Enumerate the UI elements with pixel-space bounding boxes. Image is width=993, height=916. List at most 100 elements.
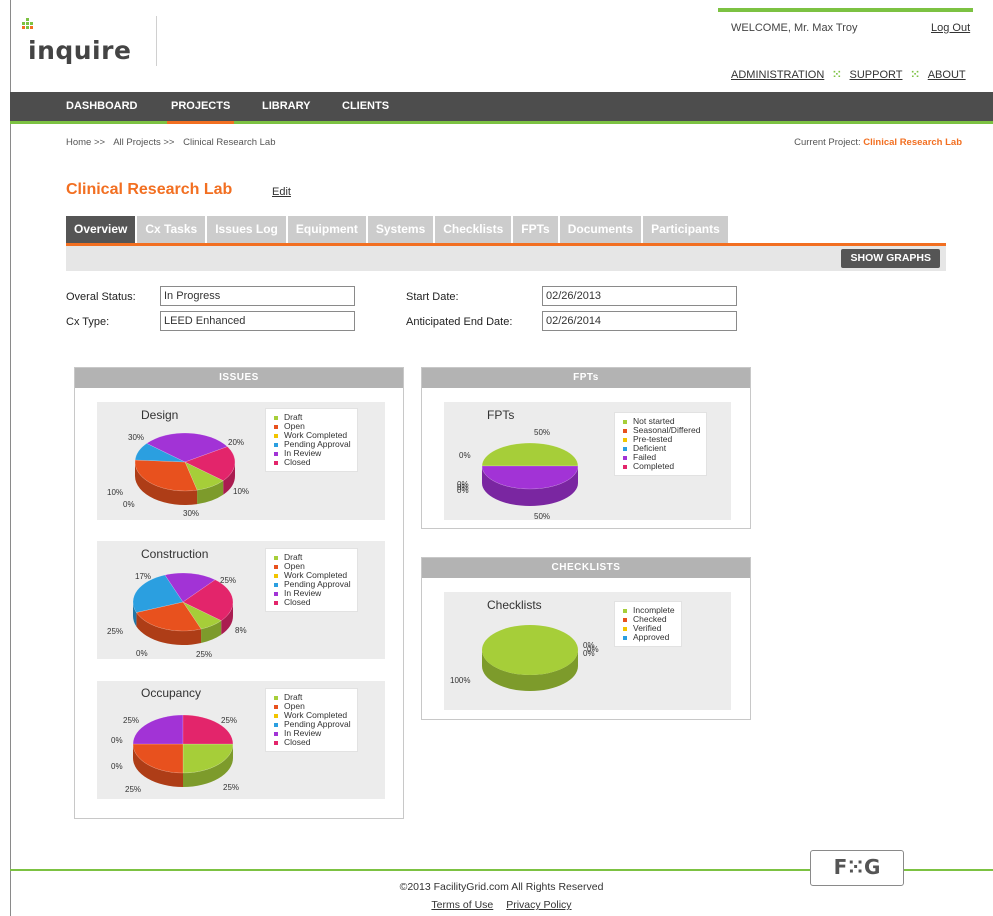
start-date-field[interactable] <box>542 286 737 306</box>
legend-swatch <box>274 740 278 745</box>
issues-panel-header: ISSUES <box>75 368 403 388</box>
chart-legend: Not started Seasonal/Differed Pre-tested De… <box>614 412 708 476</box>
legend-swatch <box>274 433 278 438</box>
legend-swatch <box>623 446 627 451</box>
tab-toolbar: SHOW GRAPHS <box>66 246 946 271</box>
about-link[interactable]: ABOUT <box>928 69 966 81</box>
cx-type-field[interactable] <box>160 311 355 331</box>
legend-swatch <box>623 626 627 631</box>
pie-value-label: 25% <box>196 650 213 659</box>
nav-clients[interactable]: CLIENTS <box>342 92 389 121</box>
tab-checklists[interactable]: Checklists <box>435 216 512 243</box>
pie-value-label: 30% <box>183 509 200 518</box>
chart-title: Occupancy <box>141 686 202 700</box>
legend-item: Completed <box>623 462 700 471</box>
administration-link[interactable]: ADMINISTRATION <box>731 69 824 81</box>
main-nav: DASHBOARD PROJECTS LIBRARY CLIENTS <box>10 92 993 124</box>
overall-status-field[interactable] <box>160 286 355 306</box>
legend-swatch <box>274 564 278 569</box>
legend-item: Closed <box>274 738 351 747</box>
pie-value-label: 8% <box>235 626 247 635</box>
end-date-label: Anticipated End Date: <box>406 316 513 328</box>
top-links: ADMINISTRATION ⁙ SUPPORT ⁙ ABOUT <box>731 68 966 82</box>
legend-swatch <box>623 464 627 469</box>
legend-swatch <box>274 704 278 709</box>
terms-of-use-link[interactable]: Terms of Use <box>431 899 493 911</box>
tab-issues-log[interactable]: Issues Log <box>207 216 286 243</box>
chart-legend: Draft Open Work Completed Pending Approval I… <box>265 548 358 612</box>
pie-value-label: 50% <box>534 428 551 437</box>
link-separator: ⁙ <box>910 69 920 81</box>
privacy-policy-link[interactable]: Privacy Policy <box>506 899 571 911</box>
breadcrumb-all-projects[interactable]: All Projects >> <box>113 137 174 148</box>
legend-swatch <box>274 451 278 456</box>
tab-overview[interactable]: Overview <box>66 216 136 243</box>
tab-documents[interactable]: Documents <box>559 216 642 243</box>
pie-value-label: 10% <box>107 488 124 497</box>
nav-projects[interactable]: PROJECTS <box>166 92 235 124</box>
welcome-text: WELCOME, Mr. Max Troy <box>731 22 858 34</box>
support-link[interactable]: SUPPORT <box>850 69 903 81</box>
legend-swatch <box>623 635 627 640</box>
chart-title: Checklists <box>487 598 542 612</box>
pie-value-label: 0% <box>457 483 469 492</box>
pie-value-label: 0% <box>583 649 595 658</box>
header-accent-bar <box>718 8 973 12</box>
legend-swatch <box>274 582 278 587</box>
legend-swatch <box>274 442 278 447</box>
pie-value-label: 0% <box>459 451 471 460</box>
start-date-label: Start Date: <box>406 291 459 303</box>
tab-fpts[interactable]: FPTs <box>513 216 558 243</box>
chart-title: Design <box>141 408 179 422</box>
legend-swatch <box>274 555 278 560</box>
tab-participants[interactable]: Participants <box>643 216 728 243</box>
chart-legend: Draft Open Work Completed Pending Approval I… <box>265 688 358 752</box>
tab-systems[interactable]: Systems <box>367 216 434 243</box>
chart-legend: Incomplete Checked Verified Approved <box>614 601 682 647</box>
pie-value-label: 17% <box>135 572 152 581</box>
project-tabs: Overview Cx Tasks Issues Log Equipment S… <box>66 216 730 243</box>
pie-value-label: 20% <box>228 438 245 447</box>
cx-type-label: Cx Type: <box>66 316 110 328</box>
pie-value-label: 25% <box>220 576 237 585</box>
show-graphs-button[interactable]: SHOW GRAPHS <box>841 249 940 268</box>
fpts-panel-header: FPTs <box>422 368 750 388</box>
legend-swatch <box>274 731 278 736</box>
pie-value-label: 50% <box>534 512 551 521</box>
tab-equipment[interactable]: Equipment <box>287 216 366 243</box>
nav-dashboard[interactable]: DASHBOARD <box>66 92 138 121</box>
inquire-logo[interactable]: inquire <box>20 18 150 68</box>
legend-label: Closed <box>284 737 311 747</box>
legend-swatch <box>274 695 278 700</box>
page-title: Clinical Research Lab <box>66 181 233 198</box>
logo-mark-icon <box>22 18 33 29</box>
end-date-field[interactable] <box>542 311 737 331</box>
pie-value-label: 30% <box>128 433 145 442</box>
chart-title: FPTs <box>487 408 515 422</box>
overall-status-label: Overal Status: <box>66 291 136 303</box>
legend-swatch <box>623 419 627 424</box>
chart-title: Construction <box>141 547 209 561</box>
footer-links: Terms of Use Privacy Policy <box>0 899 993 911</box>
legend-label: Closed <box>284 597 311 607</box>
legend-swatch <box>623 428 627 433</box>
nav-library[interactable]: LIBRARY <box>262 92 310 121</box>
legend-label: Closed <box>284 457 311 467</box>
legend-label: Completed <box>633 461 675 471</box>
copyright-text: ©2013 FacilityGrid.com All Rights Reserv… <box>399 881 604 893</box>
logout-link[interactable]: Log Out <box>931 22 970 34</box>
checklists-panel-header: CHECKLISTS <box>422 558 750 578</box>
current-project-label: Current Project: <box>794 137 861 148</box>
edit-link[interactable]: Edit <box>272 186 291 198</box>
breadcrumb-current: Clinical Research Lab <box>183 137 276 148</box>
legend-swatch <box>274 722 278 727</box>
legend-swatch <box>623 437 627 442</box>
legend-swatch <box>274 591 278 596</box>
legend-swatch <box>274 713 278 718</box>
legend-item: Approved <box>623 633 675 642</box>
pie-value-label: 25% <box>221 716 238 725</box>
breadcrumb-home[interactable]: Home >> <box>66 137 105 148</box>
pie-value-label: 0% <box>136 649 148 658</box>
tab-cx-tasks[interactable]: Cx Tasks <box>137 216 206 243</box>
current-project: Current Project: Clinical Research Lab <box>794 137 962 148</box>
